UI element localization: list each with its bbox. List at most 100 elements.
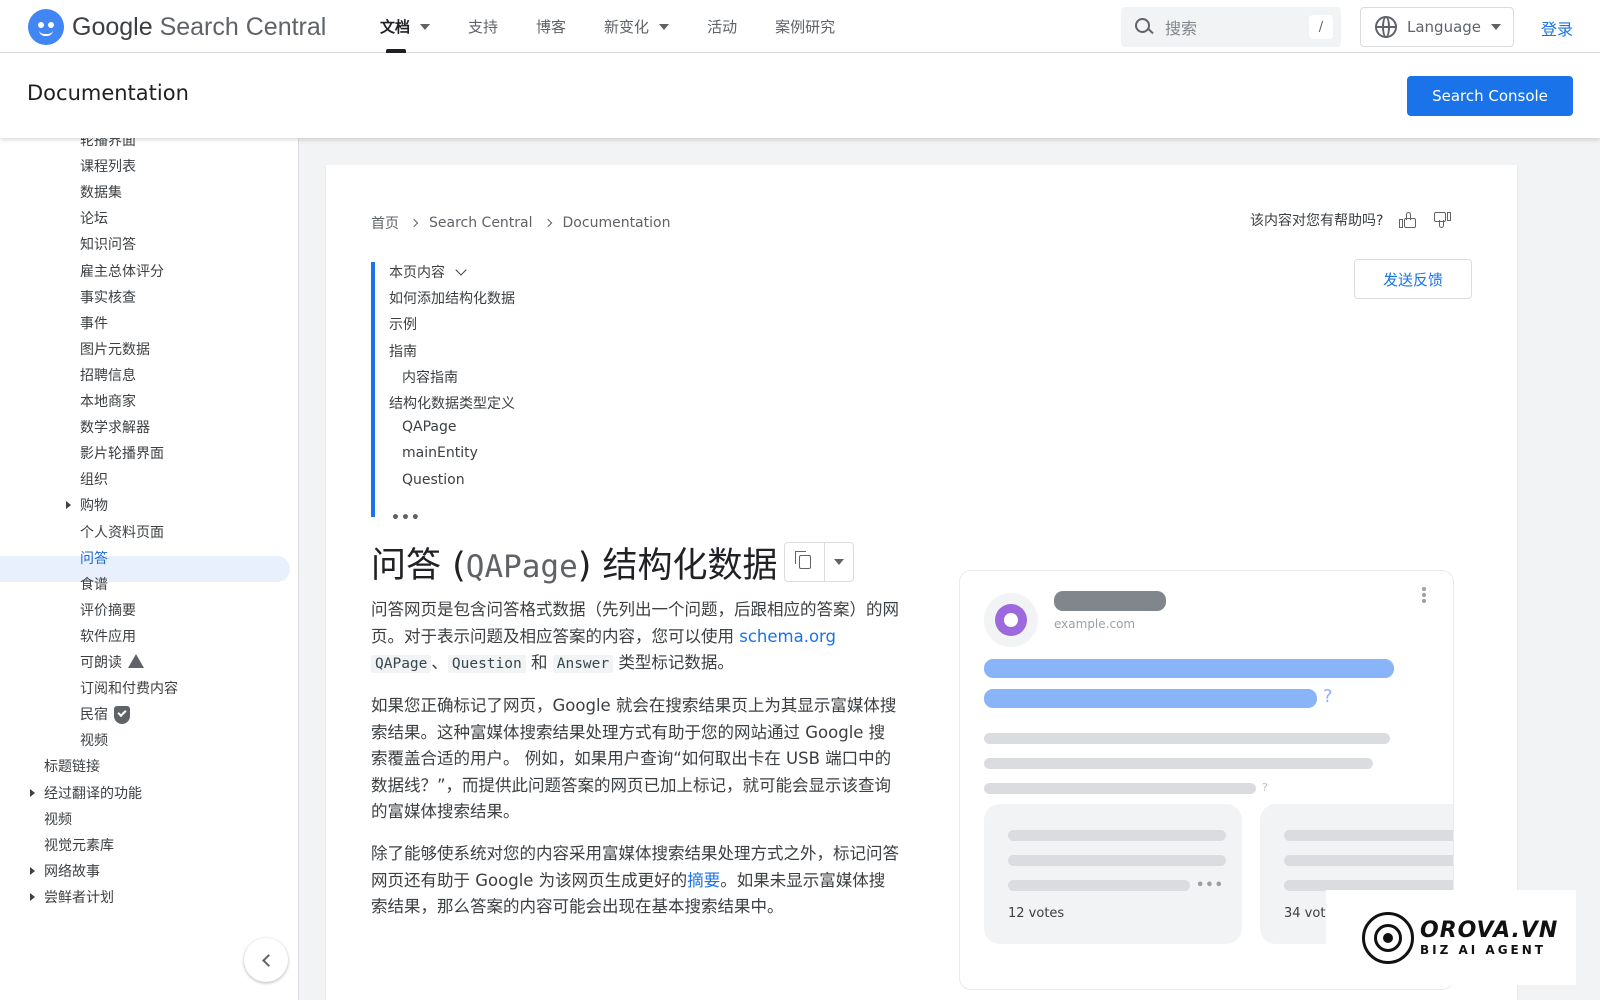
login-link[interactable]: 登录: [1541, 16, 1573, 40]
toc-heading[interactable]: 本页内容: [389, 262, 467, 282]
sidebar-item[interactable]: 数据集: [80, 179, 122, 205]
search-input[interactable]: 搜索: [1165, 15, 1309, 39]
sidebar-item-label: 标题链接: [44, 759, 100, 776]
toc-item[interactable]: 如何添加结构化数据: [389, 288, 515, 308]
snippet-paragraph: 除了能够使系统对您的内容采用富媒体搜索结果处理方式之外，标记问答网页还有助于 G…: [371, 844, 899, 916]
sidebar-item[interactable]: 评价摘要: [80, 597, 136, 623]
sidebar-item[interactable]: 视觉元素库: [44, 832, 114, 858]
nav-item[interactable]: 活动: [707, 0, 737, 53]
toc-item[interactable]: 示例: [389, 314, 417, 334]
breadcrumb-documentation[interactable]: Documentation: [563, 215, 671, 231]
sidebar-item-label: 影片轮播界面: [80, 446, 164, 463]
sidebar-item[interactable]: 订阅和付费内容: [80, 675, 178, 701]
thumb-up-icon[interactable]: [1399, 211, 1417, 229]
sidebar-item-label: 轮播界面: [80, 138, 136, 149]
toc-item[interactable]: mainEntity: [402, 445, 478, 461]
nav-item[interactable]: 文档: [380, 0, 431, 53]
content-card: 首页 Search Central Documentation 该内容对您有帮助…: [326, 165, 1517, 1000]
sidebar-item[interactable]: 事实核查: [80, 284, 136, 310]
sidebar-item[interactable]: 民宿: [80, 701, 130, 727]
nav-item[interactable]: 支持: [468, 0, 498, 53]
nav-item[interactable]: 新变化: [604, 0, 670, 53]
section-title[interactable]: Documentation: [27, 81, 189, 105]
chevron-right-icon: [543, 218, 552, 228]
helpful-question: 该内容对您有帮助吗?: [1250, 213, 1384, 229]
nav-item[interactable]: 博客: [536, 0, 566, 53]
toc-item[interactable]: Question: [402, 472, 465, 488]
small-question-mark: ?: [1262, 781, 1268, 794]
site-name-placeholder: [1054, 591, 1166, 611]
schema-org-link[interactable]: schema.org: [739, 627, 836, 646]
sidebar-item[interactable]: 购物: [80, 492, 108, 518]
sidebar-item[interactable]: 视频: [44, 806, 72, 832]
search-box[interactable]: 搜索 /: [1121, 7, 1341, 47]
sidebar-item[interactable]: 影片轮播界面: [80, 440, 164, 466]
sidebar-item[interactable]: 论坛: [80, 205, 108, 231]
nav-item-label: 文档: [380, 18, 411, 36]
breadcrumb-search-central[interactable]: Search Central: [429, 215, 533, 231]
answer-more-dots: •••: [1196, 878, 1224, 893]
sidebar-item-label: 论坛: [80, 211, 108, 228]
logo[interactable]: Google Search Central: [28, 9, 326, 45]
search-console-button[interactable]: Search Console: [1407, 76, 1573, 116]
sidebar-item[interactable]: 本地商家: [80, 388, 136, 414]
toc-more-button[interactable]: •••: [391, 510, 421, 526]
sidebar-item[interactable]: 个人资料页面: [80, 519, 164, 545]
expand-arrow-icon[interactable]: [30, 788, 35, 797]
copy-title-control: [784, 542, 854, 582]
thumb-down-icon[interactable]: [1433, 211, 1452, 229]
sidebar-item[interactable]: 课程列表: [80, 153, 136, 179]
expand-arrow-icon[interactable]: [30, 866, 35, 875]
sidebar-item[interactable]: 图片元数据: [80, 336, 150, 362]
sidebar-item[interactable]: 事件: [80, 310, 108, 336]
snippet-line-2: [984, 758, 1373, 769]
sidebar-item-label: 数学求解器: [80, 420, 150, 437]
sidebar-item[interactable]: 经过翻译的功能: [44, 780, 142, 806]
sidebar-item[interactable]: 知识问答: [80, 231, 136, 257]
sidebar-active-highlight: [0, 556, 290, 582]
toc-item[interactable]: 结构化数据类型定义: [389, 393, 515, 413]
main-nav: 文档 支持 博客 新变化 活动 案例研究: [380, 0, 873, 53]
intro-paragraph: 问答网页是包含问答格式数据（先列出一个问题，后跟相应的答案）的网页。对于表示问题…: [371, 600, 899, 673]
sidebar-item[interactable]: 软件应用: [80, 623, 136, 649]
snippet-line-1: [984, 733, 1390, 744]
toc-item[interactable]: 内容指南: [402, 367, 458, 387]
sidebar-item[interactable]: 雇主总体评分: [80, 258, 164, 284]
sidebar-item[interactable]: 问答: [80, 545, 108, 571]
breadcrumb-home[interactable]: 首页: [371, 213, 399, 233]
sidebar-item-label: 经过翻译的功能: [44, 785, 142, 802]
sidebar-item[interactable]: 组织: [80, 466, 108, 492]
nav-item[interactable]: 案例研究: [775, 0, 835, 53]
sidebar-item[interactable]: 轮播界面: [80, 138, 136, 153]
title-line-1: [984, 659, 1394, 678]
rich-results-paragraph: 如果您正确标记了网页，Google 就会在搜索结果页上为其显示富媒体搜索结果。这…: [371, 696, 897, 821]
chevron-down-icon: [659, 23, 670, 30]
sub-header: Documentation Search Console: [0, 53, 1600, 138]
sidebar-item-label: 知识问答: [80, 237, 136, 254]
sidebar-item[interactable]: 食谱: [80, 571, 108, 597]
sidebar-item[interactable]: 网络故事: [44, 858, 100, 884]
sidebar-item-label: 购物: [80, 498, 108, 515]
sidebar-item-label: 订阅和付费内容: [80, 681, 178, 698]
collapse-sidebar-button[interactable]: [244, 938, 288, 982]
answer-card: ••• 12 votes: [984, 804, 1242, 944]
sidebar-item-label: 个人资料页面: [80, 524, 164, 541]
sidebar-item[interactable]: 数学求解器: [80, 414, 150, 440]
copy-button[interactable]: [785, 543, 825, 581]
send-feedback-button[interactable]: 发送反馈: [1354, 259, 1472, 299]
expand-arrow-icon[interactable]: [30, 892, 35, 901]
sidebar-item[interactable]: 尝鲜者计划: [44, 884, 114, 910]
copy-dropdown-button[interactable]: [825, 543, 853, 581]
sidebar-item[interactable]: 视频: [80, 727, 108, 753]
toc-item[interactable]: QAPage: [402, 419, 457, 435]
toc-item[interactable]: 指南: [389, 341, 417, 361]
orova-logo-icon: [1362, 911, 1414, 964]
sidebar-item-label: 图片元数据: [80, 341, 150, 358]
snippet-link[interactable]: 摘要: [687, 871, 720, 890]
nav-item-label: 新变化: [604, 18, 650, 36]
expand-arrow-icon[interactable]: [66, 501, 71, 510]
sidebar-item[interactable]: 可朗读: [80, 649, 144, 675]
sidebar-item[interactable]: 招聘信息: [80, 362, 136, 388]
sidebar-item[interactable]: 标题链接: [44, 753, 100, 779]
language-selector[interactable]: Language: [1360, 7, 1514, 47]
